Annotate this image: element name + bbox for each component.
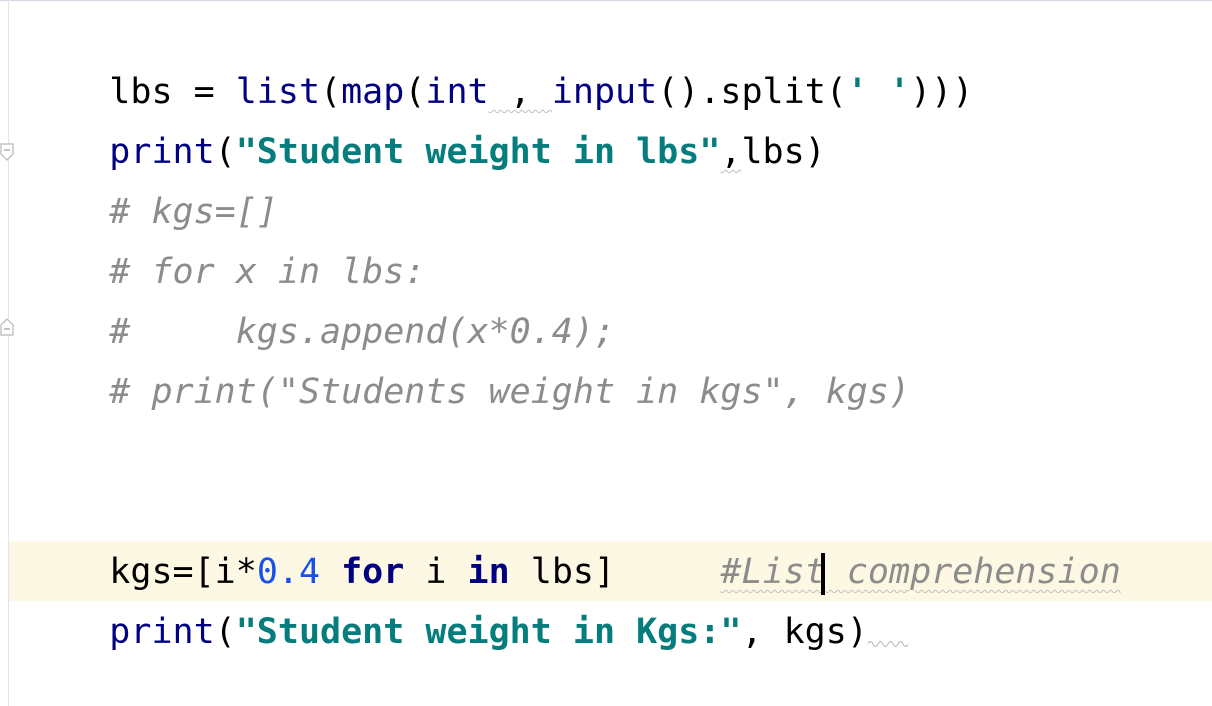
- fold-start-icon[interactable]: [0, 143, 14, 161]
- token-string: "Student weight in lbs": [235, 132, 721, 172]
- code-line-3[interactable]: # kgs=[]: [25, 122, 278, 232]
- code-line-1[interactable]: lbs = list(map(int , input().split(' '))…: [25, 2, 973, 112]
- token-identifier: lbs): [741, 132, 826, 172]
- code-line-2[interactable]: print("Student weight in lbs",lbs): [25, 62, 825, 172]
- code-line-10[interactable]: print("Student weight in Kgs:", kgs): [25, 542, 909, 652]
- token-comma-warning: ,: [720, 132, 742, 172]
- code-line-6[interactable]: # print("Students weight in kgs", kgs): [25, 302, 910, 412]
- code-line-8-empty[interactable]: [25, 422, 1125, 482]
- code-line-7-empty[interactable]: [25, 362, 1125, 422]
- token-string: ' ': [846, 72, 911, 112]
- trailing-whitespace-warning: [867, 608, 909, 648]
- code-line-5[interactable]: # kgs.append(x*0.4);: [25, 242, 615, 352]
- text-caret: [821, 553, 825, 595]
- token-code: , kgs): [741, 612, 868, 652]
- editor-top-border: [0, 0, 1212, 1]
- token-string: "Student weight in Kgs:": [235, 612, 742, 652]
- token-punct: ))): [910, 72, 974, 112]
- fold-end-icon[interactable]: [0, 318, 14, 336]
- token-punct: (: [214, 612, 236, 652]
- code-editor[interactable]: lbs = list(map(int , input().split(' '))…: [0, 0, 1212, 706]
- code-line-9[interactable]: kgs=[i*0.4 for i in lbs] #List comprehen…: [25, 482, 1121, 592]
- code-line-4[interactable]: # for x in lbs:: [25, 182, 425, 292]
- token-builtin-print: print: [109, 612, 215, 652]
